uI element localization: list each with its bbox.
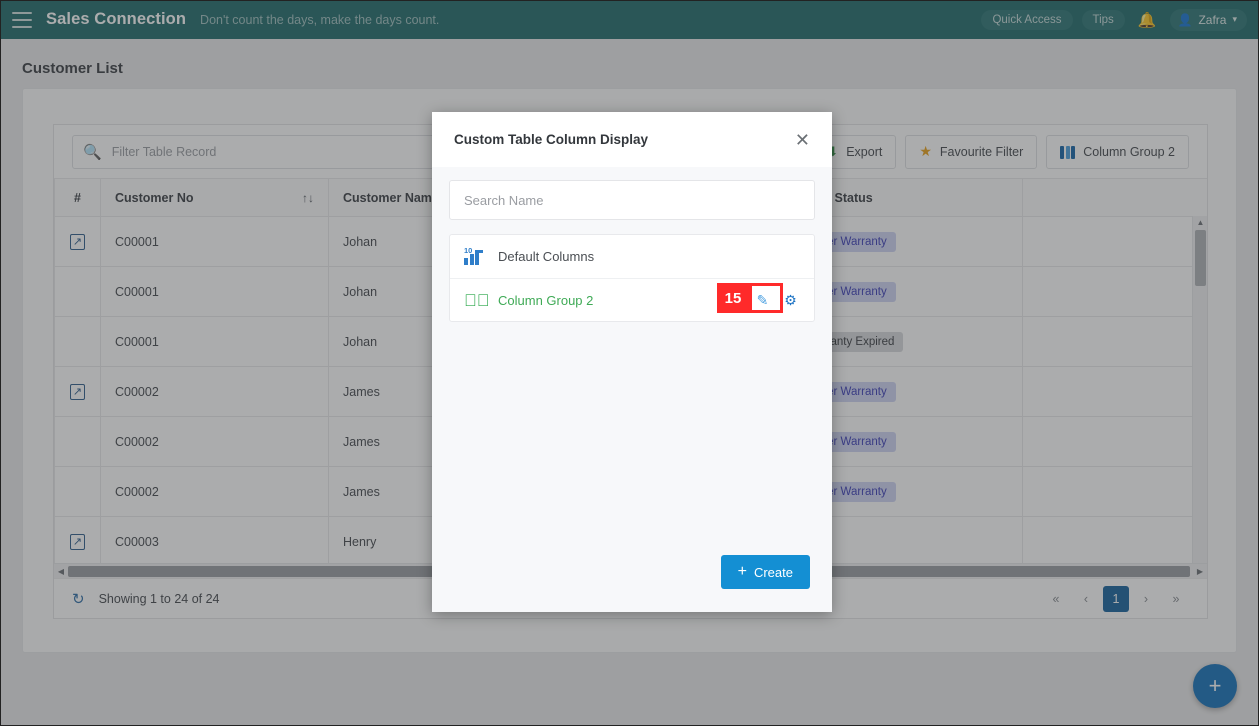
dialog-title: Custom Table Column Display xyxy=(454,132,649,147)
list-item-default-columns[interactable]: 10 Default Columns xyxy=(450,235,814,278)
create-button[interactable]: + Create xyxy=(720,555,810,589)
list-item-actions: ✎ ⚙ xyxy=(753,291,800,310)
list-item-label: Column Group 2 xyxy=(498,292,594,308)
close-icon[interactable]: ✕ xyxy=(795,131,810,149)
plus-icon: + xyxy=(737,563,747,580)
gear-icon[interactable]: ⚙ xyxy=(781,291,800,310)
list-item-column-group-2[interactable]: ✓⃝ Column Group 2 ✎ ⚙ xyxy=(450,278,814,321)
app-root: Sales Connection Don't count the days, m… xyxy=(0,0,1259,726)
search-name-input[interactable] xyxy=(449,180,815,220)
custom-table-column-display-dialog: Custom Table Column Display ✕ 10 Default… xyxy=(432,112,832,612)
check-circle-icon: ✓⃝ xyxy=(464,290,490,310)
list-item-label: Default Columns xyxy=(498,249,595,264)
column-group-list: 10 Default Columns ✓⃝ Column Group 2 ✎ ⚙ xyxy=(449,234,815,322)
pencil-icon[interactable]: ✎ xyxy=(753,291,772,310)
dialog-header: Custom Table Column Display ✕ xyxy=(432,112,832,167)
bar-chart-10-icon: 10 xyxy=(464,246,498,266)
annotation-step-number: 15 xyxy=(717,283,749,313)
dialog-body: 10 Default Columns ✓⃝ Column Group 2 ✎ xyxy=(432,167,832,548)
dialog-footer: + Create xyxy=(432,548,832,612)
create-button-label: Create xyxy=(753,564,793,580)
